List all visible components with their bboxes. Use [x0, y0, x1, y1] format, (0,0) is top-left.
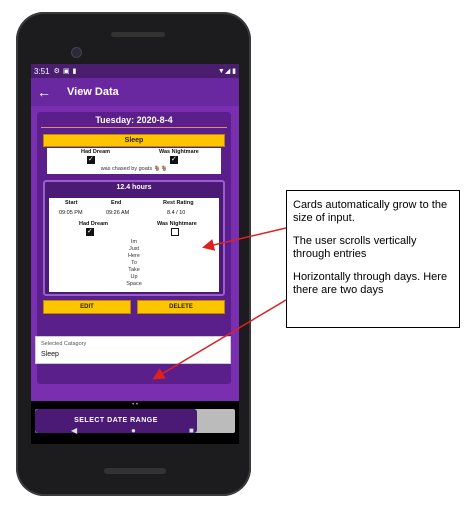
- arrow-to-page-indicator: [152, 299, 287, 380]
- arrow-to-entry-card: [202, 227, 287, 251]
- annotation-arrows: [152, 227, 287, 380]
